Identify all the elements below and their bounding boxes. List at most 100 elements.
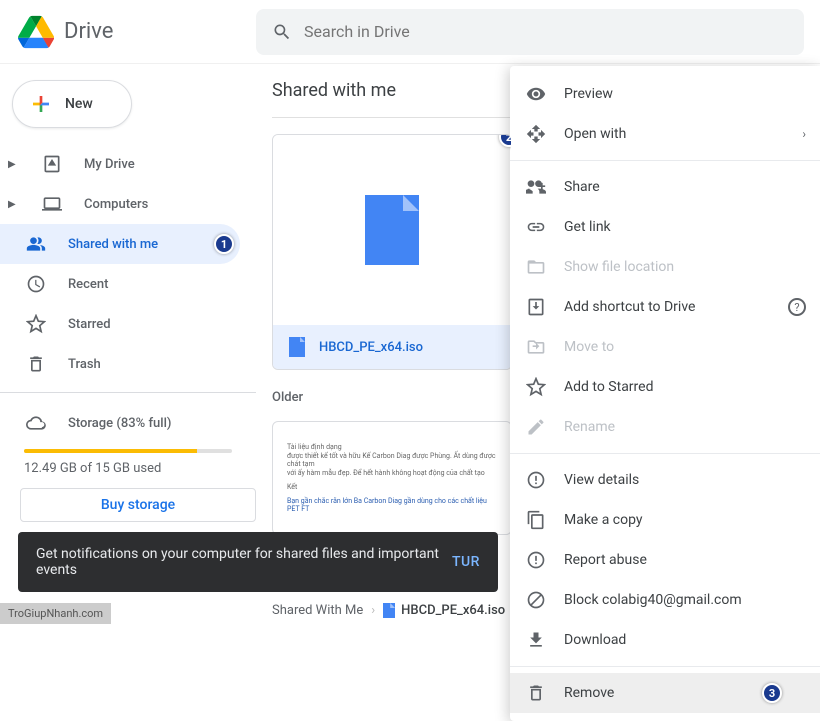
menu-label: Add to Starred xyxy=(564,379,653,395)
search-bar[interactable] xyxy=(256,9,804,55)
menu-label: Move to xyxy=(564,339,614,355)
menu-label: Report abuse xyxy=(564,552,647,568)
share-icon xyxy=(526,177,546,197)
menu-get-link[interactable]: Get link xyxy=(510,207,820,247)
copy-icon xyxy=(526,510,546,530)
menu-label: Add shortcut to Drive xyxy=(564,299,695,315)
notification-toast: Get notifications on your computer for s… xyxy=(18,532,498,592)
new-button-label: New xyxy=(65,96,93,112)
toast-action-button[interactable]: TUR xyxy=(452,554,480,570)
breadcrumb-file[interactable]: HBCD_PE_x64.iso xyxy=(383,603,505,618)
context-menu: Preview Open with › Share Get link Show … xyxy=(510,66,820,721)
breadcrumb-root[interactable]: Shared With Me xyxy=(272,603,363,618)
chevron-right-icon: › xyxy=(802,127,806,141)
menu-preview[interactable]: Preview xyxy=(510,74,820,114)
annotation-3: 3 xyxy=(762,683,782,703)
move-icon xyxy=(526,337,546,357)
menu-divider xyxy=(510,453,820,454)
menu-label: Rename xyxy=(564,419,615,435)
logo-area[interactable]: Drive xyxy=(16,12,256,52)
menu-make-copy[interactable]: Make a copy xyxy=(510,500,820,540)
sidebar-item-computers[interactable]: ▶ Computers xyxy=(0,184,240,224)
doc-preview-line: với ấy hàm mẫu đẹp. Để hết hành không ho… xyxy=(287,469,497,477)
mydrive-icon xyxy=(40,152,64,176)
row-divider xyxy=(272,117,512,118)
cloud-icon xyxy=(24,411,48,435)
menu-divider xyxy=(510,666,820,667)
file-icon xyxy=(365,195,419,265)
storage-fill xyxy=(24,449,197,453)
sidebar-divider xyxy=(0,392,256,393)
menu-label: Remove xyxy=(564,685,614,701)
header: Drive xyxy=(0,0,820,64)
menu-share[interactable]: Share xyxy=(510,167,820,207)
sidebar-label: My Drive xyxy=(84,157,135,172)
help-icon[interactable]: ? xyxy=(788,298,806,316)
search-icon xyxy=(272,22,292,42)
menu-label: Get link xyxy=(564,219,611,235)
breadcrumb-sep: › xyxy=(371,603,375,618)
shortcut-icon xyxy=(526,297,546,317)
file-type-icon xyxy=(289,337,305,357)
sidebar-label: Shared with me xyxy=(68,237,158,252)
report-icon xyxy=(526,550,546,570)
menu-label: Share xyxy=(564,179,600,195)
menu-remove[interactable]: Remove 3 xyxy=(510,673,820,713)
sidebar-label: Starred xyxy=(68,317,111,332)
menu-add-starred[interactable]: Add to Starred xyxy=(510,367,820,407)
storage-row[interactable]: Storage (83% full) xyxy=(0,401,256,445)
trash-icon xyxy=(24,352,48,376)
menu-label: Block colabig40@gmail.com xyxy=(564,592,742,608)
trash-icon xyxy=(526,683,546,703)
sidebar-item-recent[interactable]: Recent xyxy=(0,264,240,304)
menu-label: View details xyxy=(564,472,639,488)
storage-usage-text: 12.49 GB of 15 GB used xyxy=(0,461,256,488)
menu-label: Show file location xyxy=(564,259,674,275)
menu-divider xyxy=(510,160,820,161)
sidebar-item-trash[interactable]: Trash xyxy=(0,344,240,384)
menu-add-shortcut[interactable]: Add shortcut to Drive ? xyxy=(510,287,820,327)
expand-arrow-icon[interactable]: ▶ xyxy=(8,159,20,170)
computers-icon xyxy=(40,192,64,216)
sidebar-label: Computers xyxy=(84,197,148,212)
menu-view-details[interactable]: View details xyxy=(510,460,820,500)
eye-icon xyxy=(526,84,546,104)
doc-preview-line: Kết xyxy=(287,483,497,491)
file-card[interactable]: 2 HBCD_PE_x64.iso xyxy=(272,134,512,370)
menu-report-abuse[interactable]: Report abuse xyxy=(510,540,820,580)
storage-label: Storage (83% full) xyxy=(68,416,171,431)
menu-move-to: Move to xyxy=(510,327,820,367)
menu-block[interactable]: Block colabig40@gmail.com xyxy=(510,580,820,620)
recent-icon xyxy=(24,272,48,296)
file-type-icon xyxy=(383,603,395,618)
download-icon xyxy=(526,630,546,650)
open-with-icon xyxy=(526,124,546,144)
menu-label: Make a copy xyxy=(564,512,643,528)
new-button[interactable]: New xyxy=(12,80,132,128)
menu-download[interactable]: Download xyxy=(510,620,820,660)
app-name: Drive xyxy=(64,19,113,44)
rename-icon xyxy=(526,417,546,437)
menu-open-with[interactable]: Open with › xyxy=(510,114,820,154)
menu-rename: Rename xyxy=(510,407,820,447)
menu-label: Download xyxy=(564,632,626,648)
block-icon xyxy=(526,590,546,610)
menu-show-location: Show file location xyxy=(510,247,820,287)
search-input[interactable] xyxy=(304,22,788,41)
sidebar-item-mydrive[interactable]: ▶ My Drive xyxy=(0,144,240,184)
folder-icon xyxy=(526,257,546,277)
doc-preview-line: được thiết kế tốt và hữu Kế Carbon Diag … xyxy=(287,452,497,468)
expand-arrow-icon[interactable]: ▶ xyxy=(8,199,20,210)
menu-label: Open with xyxy=(564,126,626,142)
shared-icon xyxy=(24,232,48,256)
storage-bar xyxy=(24,449,232,453)
menu-label: Preview xyxy=(564,86,613,102)
sidebar-item-starred[interactable]: Starred xyxy=(0,304,240,344)
star-icon xyxy=(526,377,546,397)
doc-card[interactable]: Tài liệu định dạng được thiết kế tốt và … xyxy=(272,421,512,535)
file-footer: HBCD_PE_x64.iso xyxy=(273,325,511,369)
sidebar-item-shared[interactable]: Shared with me 1 xyxy=(0,224,240,264)
doc-preview-link: Bạn gần chắc rằn lớn Ba Carbon Diag gần … xyxy=(287,497,497,513)
buy-storage-button[interactable]: Buy storage xyxy=(20,488,256,522)
breadcrumb: Shared With Me › HBCD_PE_x64.iso xyxy=(272,603,505,618)
